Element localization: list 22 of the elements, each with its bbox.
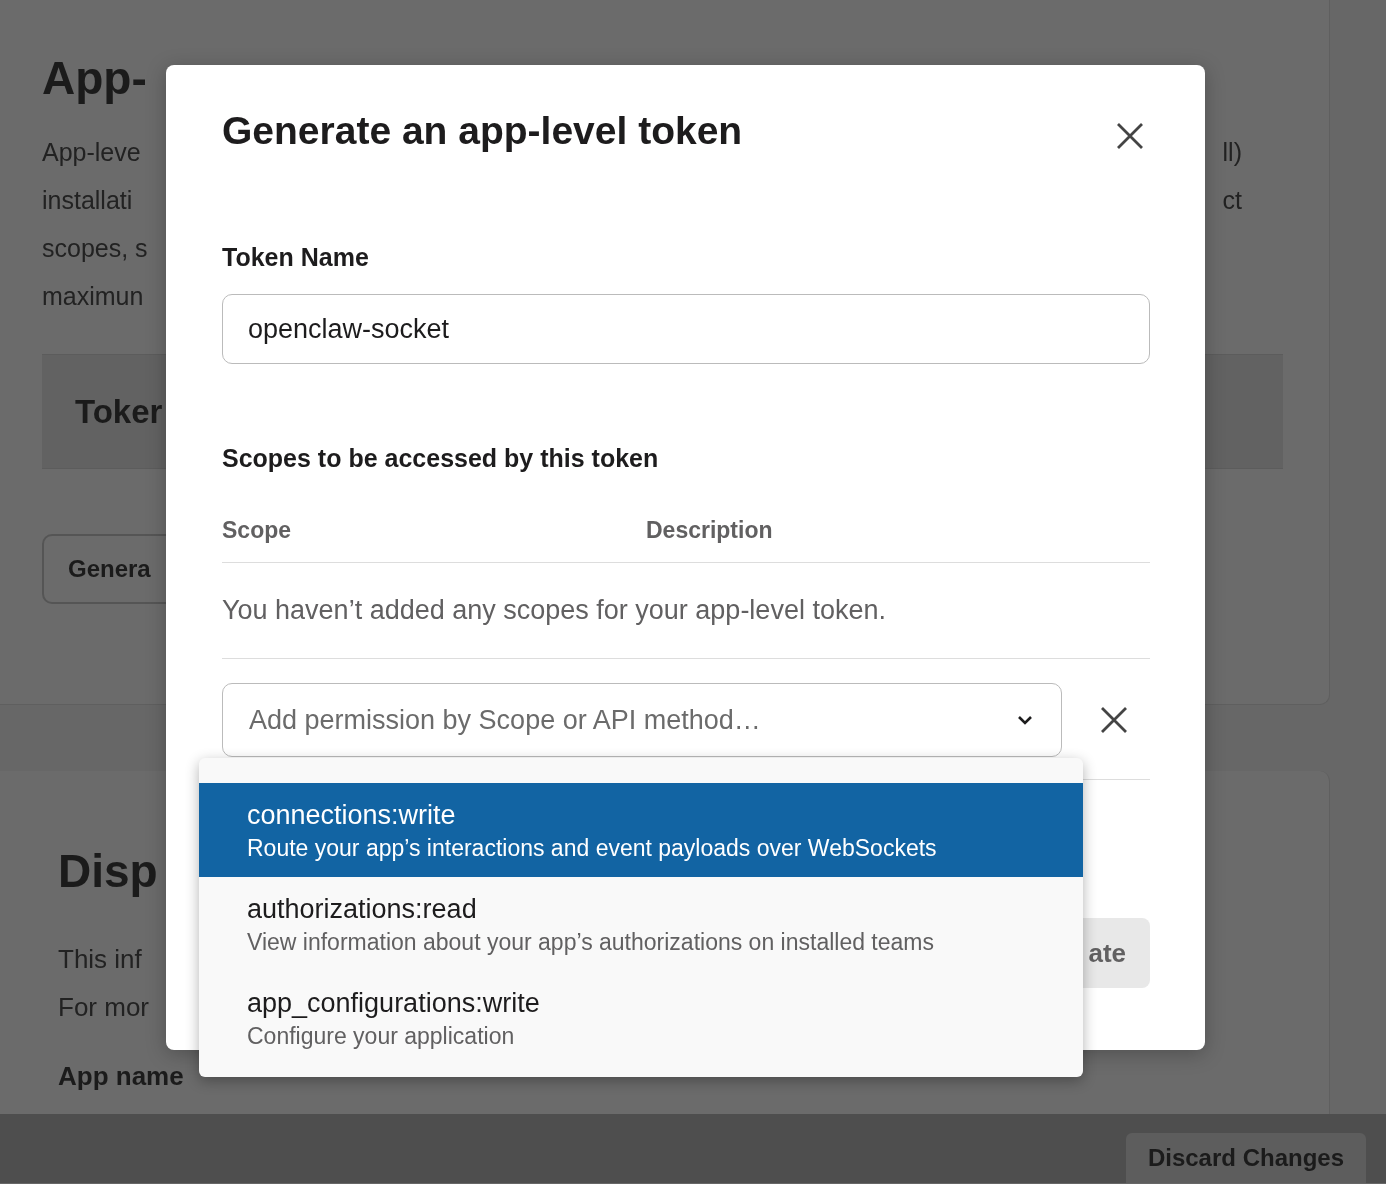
section-heading: Scopes to be accessed by this token — [222, 444, 660, 473]
paragraph-text: ll) — [1222, 137, 1242, 168]
chevron-icon — [1015, 713, 1035, 727]
remove-icon[interactable] — [1099, 705, 1129, 735]
paragraph-text: ct — [1222, 185, 1242, 216]
empty-message: You haven’t added any scopes for your app-level token. — [222, 563, 1150, 659]
column-header: Description — [646, 517, 774, 544]
section-title: Toker — [75, 392, 163, 431]
page-heading: App- — [42, 51, 147, 106]
paragraph-text: App-leve — [42, 137, 141, 168]
field-label: App name — [58, 1061, 184, 1092]
paragraph-text: For mor — [58, 991, 149, 1024]
scope-option[interactable]: connections:write Route your app’s interactions and event payloads over WebSockets — [199, 783, 1083, 877]
field-label: Token Name — [222, 243, 370, 272]
token-name-input[interactable]: openclaw-socket — [222, 294, 1150, 364]
paragraph-text: installati — [42, 185, 133, 216]
paragraph-text: scopes, s — [42, 233, 148, 264]
close-icon[interactable] — [1115, 121, 1145, 151]
modal-title: Generate an app-level token — [222, 109, 743, 153]
paragraph-text: maximun — [42, 281, 144, 312]
paragraph-text: This inf — [58, 943, 142, 976]
section-heading: Disp — [58, 844, 158, 899]
